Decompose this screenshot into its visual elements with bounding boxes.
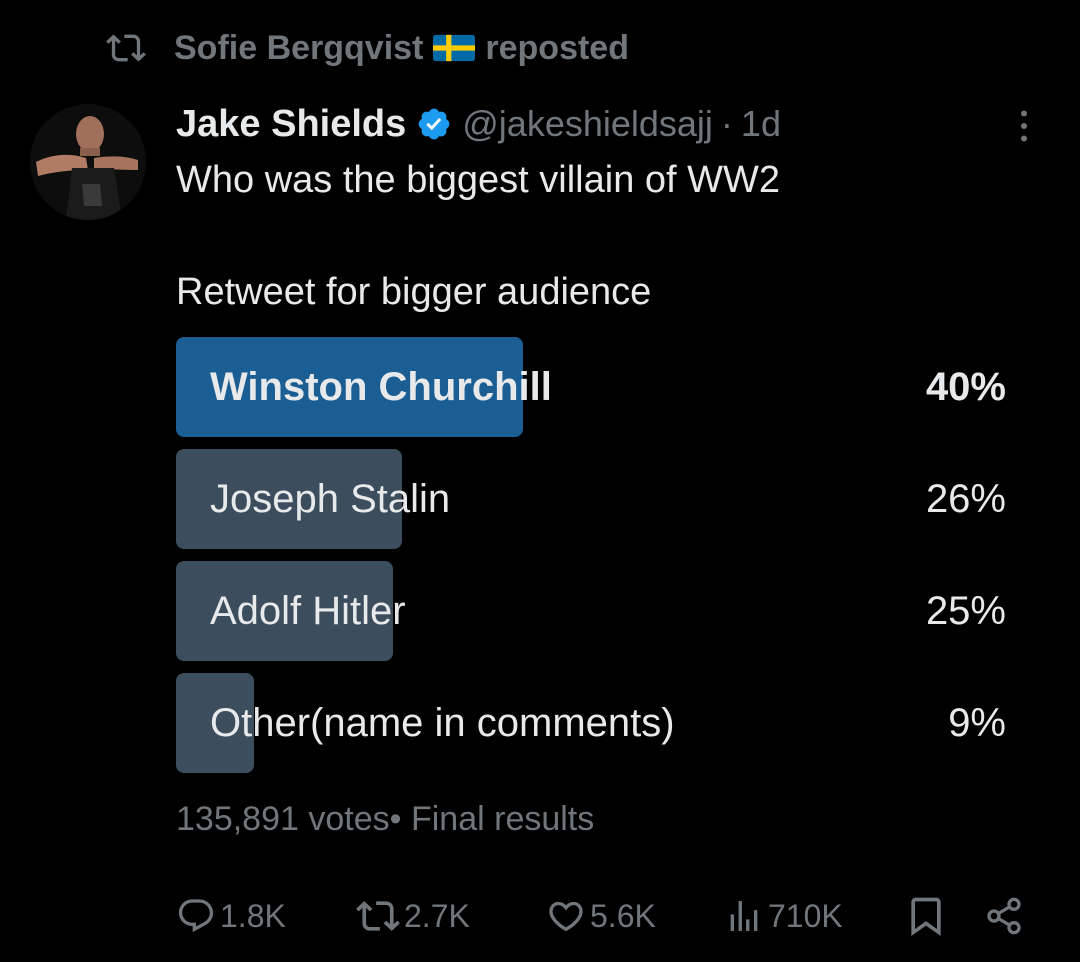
like-button[interactable]: 5.6K [546, 890, 656, 942]
poll-option-percent: 9% [948, 701, 1006, 745]
poll-option: Winston Churchill 40% [176, 337, 1006, 437]
poll-option-label: Adolf Hitler [210, 589, 406, 633]
more-options-button[interactable] [1004, 106, 1044, 146]
tweet-text-line-1: Who was the biggest villain of WW2 [176, 159, 781, 201]
repost-icon [356, 901, 400, 931]
poll-option-label: Joseph Stalin [210, 477, 451, 521]
share-icon [987, 897, 1021, 935]
swedish-flag-icon [433, 34, 476, 62]
poll-option: Other(name in comments) 9% [176, 673, 1006, 773]
views-chart-icon [730, 901, 758, 931]
reply-count: 1.8K [220, 897, 286, 934]
repost-label: reposted [485, 28, 629, 67]
more-vertical-icon [1021, 110, 1027, 142]
separator-dot: · [720, 103, 733, 144]
poll: Winston Churchill 40% Joseph Stalin 26% … [176, 337, 1006, 785]
poll-status: • Final results [389, 800, 595, 838]
repost-button[interactable]: 2.7K [356, 890, 470, 942]
author-display-name[interactable]: Jake Shields [176, 103, 406, 146]
verified-badge-icon [418, 108, 450, 140]
reply-button[interactable]: 1.8K [176, 890, 286, 942]
reply-icon [178, 899, 214, 933]
repost-header: Sofie Bergqvist reposted [104, 26, 629, 70]
view-count: 710K [768, 897, 843, 934]
repost-user-name[interactable]: Sofie Bergqvist [174, 29, 423, 68]
tweet-text-line-2: Retweet for bigger audience [176, 271, 652, 313]
poll-option-percent: 25% [925, 589, 1006, 633]
poll-option-percent: 26% [925, 477, 1006, 521]
poll-option-label: Winston Churchill [210, 365, 552, 409]
tweet-author-row: Jake Shields @jakeshieldsajj · 1d [176, 100, 781, 148]
bookmark-icon [911, 897, 941, 937]
tweet-timestamp[interactable]: 1d [741, 103, 781, 145]
repost-icon [104, 26, 148, 70]
tweet-action-bar: 1.8K 2.7K 5.6K 710K [176, 890, 1036, 942]
repost-count: 2.7K [404, 897, 470, 934]
bookmark-button[interactable] [904, 890, 952, 942]
poll-footer: 135,891 votes• Final results [176, 800, 594, 839]
poll-option: Adolf Hitler 25% [176, 561, 1006, 661]
views-button[interactable]: 710K [724, 890, 843, 942]
avatar[interactable] [30, 104, 146, 220]
poll-vote-count: 135,891 votes [176, 800, 390, 838]
like-count: 5.6K [590, 897, 656, 934]
share-button[interactable] [984, 890, 1028, 942]
tweet-text: Who was the biggest villain of WW2 Retwe… [176, 156, 1036, 316]
poll-option-percent: 40% [925, 365, 1006, 409]
poll-option: Joseph Stalin 26% [176, 449, 1006, 549]
poll-option-label: Other(name in comments) [210, 701, 675, 745]
author-handle[interactable]: @jakeshieldsajj [462, 103, 713, 145]
heart-icon [549, 901, 583, 932]
